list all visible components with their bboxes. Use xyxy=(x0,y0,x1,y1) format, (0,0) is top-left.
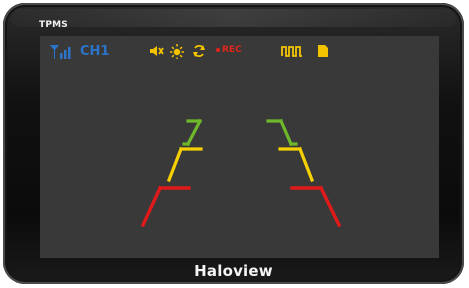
right-guide-far xyxy=(266,118,294,147)
camera-screen: CH1 REC xyxy=(40,36,439,258)
left-guide-near xyxy=(140,185,191,228)
parking-guide-lines xyxy=(140,118,342,228)
right-guide-near xyxy=(290,185,342,228)
tpms-label: TPMS xyxy=(39,20,68,30)
left-guide-far xyxy=(185,118,203,147)
camera-monitor-device: TPMS CH1 REC Haloview xyxy=(3,3,464,284)
right-guide-mid xyxy=(278,146,315,183)
brand-logo: Haloview xyxy=(194,262,273,280)
left-guide-mid xyxy=(166,146,203,183)
